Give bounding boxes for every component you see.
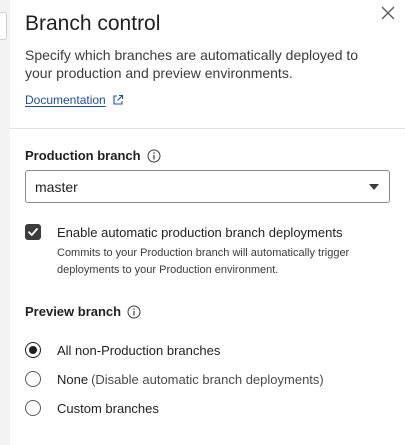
documentation-link-label: Documentation [25,93,106,107]
production-branch-value: master [35,179,78,195]
preview-option-label-text: Custom branches [57,400,159,416]
radio-button-selected[interactable] [25,342,41,358]
preview-branch-label-text: Preview branch [25,304,122,319]
branch-control-panel: Branch control Specify which branches ar… [10,0,405,445]
section-divider [10,128,405,129]
auto-deploy-label[interactable]: Enable automatic production branch deplo… [57,225,342,240]
checkmark-icon [28,228,38,236]
preview-option-label: None (Disable automatic branch deployment… [57,372,324,387]
panel-title: Branch control [25,12,161,35]
preview-branch-label: Preview branch [25,304,141,319]
external-link-icon [113,94,123,105]
production-branch-label: Production branch [25,148,161,163]
chevron-down-icon [369,184,379,190]
preview-option-all-non-production[interactable]: All non-Production branches [25,341,220,359]
info-icon[interactable] [147,149,161,163]
production-branch-dropdown[interactable]: master [25,170,390,203]
panel-subtitle: Specify which branches are automatically… [25,47,359,81]
info-icon[interactable] [127,305,141,319]
preview-option-none[interactable]: None (Disable automatic branch deployment… [25,370,324,388]
close-icon[interactable] [379,4,397,22]
radio-button[interactable] [25,400,41,416]
radio-button[interactable] [25,371,41,387]
preview-option-custom-branches[interactable]: Custom branches [25,399,159,417]
preview-option-label: Custom branches [57,401,159,416]
preview-option-label-text: All non-Production branches [57,342,221,358]
production-branch-label-text: Production branch [25,148,141,163]
auto-deploy-checkbox[interactable] [25,224,41,240]
preview-option-label-text: None [57,371,89,387]
preview-option-hint: (Disable automatic branch deployments) [91,371,324,387]
preview-option-label: All non-Production branches [57,343,220,358]
auto-deploy-description: Commits to your Production branch will a… [57,247,350,276]
documentation-link[interactable]: Documentation [25,93,124,107]
background-page-control [0,12,7,40]
